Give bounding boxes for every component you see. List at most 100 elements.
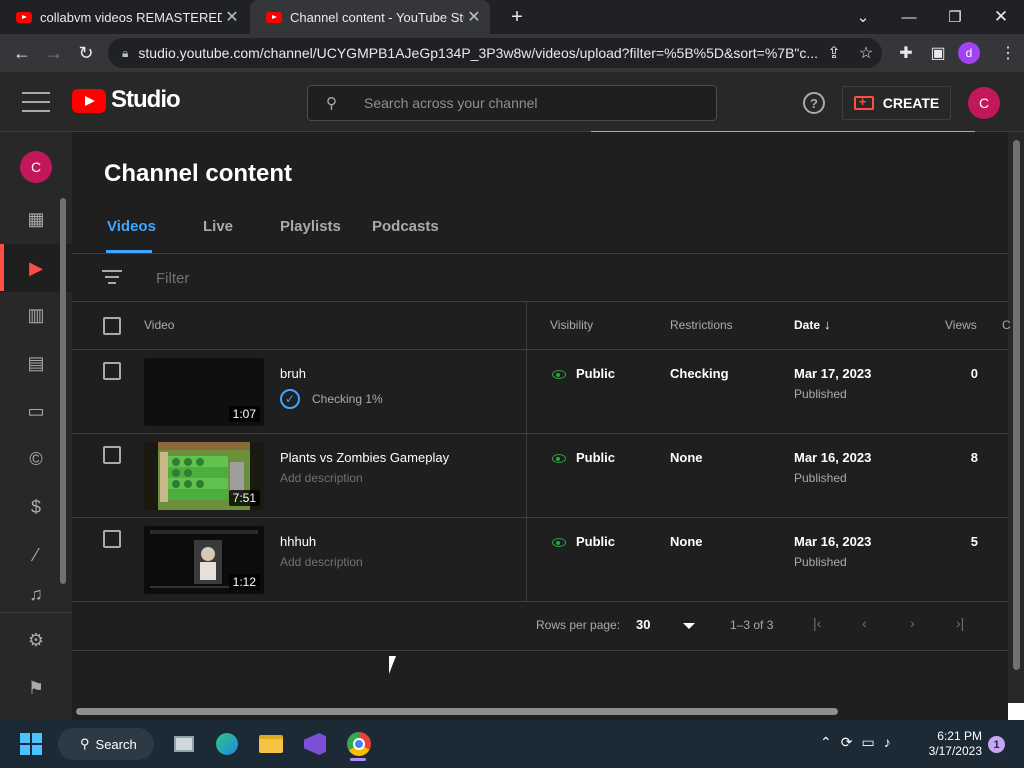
video-title[interactable]: Plants vs Zombies Gameplay (280, 450, 449, 465)
sidebar-scrollbar[interactable] (60, 198, 66, 584)
hamburger-menu-icon[interactable] (22, 92, 50, 112)
back-icon[interactable]: ← (6, 34, 38, 72)
extensions-icon[interactable]: ✚ (890, 34, 922, 72)
browser-tab-collabvm[interactable]: collabvm videos REMASTERED - Y ✕ (0, 0, 248, 34)
task-view-icon[interactable] (168, 728, 200, 760)
tab-podcasts[interactable]: Podcasts (372, 218, 439, 254)
minimize-icon[interactable]: — (886, 0, 932, 34)
dropdown-arrow-icon[interactable] (683, 623, 695, 629)
check-progress-icon: ✓ (280, 389, 300, 409)
views-cell: 5 (970, 534, 978, 549)
volume-icon[interactable]: ♪ (884, 734, 891, 751)
row-checkbox[interactable] (103, 446, 121, 464)
visibility-value: Public (576, 450, 616, 465)
last-page-icon[interactable]: ›| (956, 615, 964, 631)
search-input[interactable] (364, 95, 716, 111)
address-bar[interactable]: 🔒︎ studio.youtube.com/channel/UCYGMPB1AJ… (108, 38, 882, 68)
column-views[interactable]: Views (945, 318, 977, 332)
column-video: Video (144, 318, 175, 332)
dollar-icon: $ (30, 496, 41, 517)
sort-arrow-icon[interactable]: ↓ (824, 317, 831, 332)
date-cell: Mar 17, 2023 (794, 366, 872, 381)
select-all-checkbox[interactable] (103, 317, 121, 335)
rows-per-page-select[interactable]: 30 (636, 617, 650, 632)
prev-page-icon[interactable]: ‹ (862, 615, 867, 631)
close-tab-icon[interactable]: ✕ (222, 7, 242, 27)
restore-icon[interactable]: ❐ (932, 0, 978, 34)
tab-playlists[interactable]: Playlists (280, 218, 341, 254)
processing-status: ✓ Checking 1% (280, 389, 383, 409)
add-description-link[interactable]: Add description (280, 555, 363, 569)
next-page-icon[interactable]: › (910, 615, 915, 631)
vertical-scrollbar[interactable] (1013, 140, 1020, 670)
create-button[interactable]: CREATE (842, 86, 951, 120)
tab-search-icon[interactable]: ⌄ (840, 0, 886, 34)
share-icon[interactable]: ⇪ (818, 34, 850, 72)
visibility-cell[interactable]: Public (552, 450, 615, 465)
video-title[interactable]: hhhuh (280, 534, 316, 549)
channel-avatar[interactable]: C (20, 151, 52, 183)
visual-studio-icon[interactable] (299, 728, 331, 760)
youtube-logo-icon[interactable] (72, 89, 106, 113)
account-avatar[interactable]: C (968, 87, 1000, 119)
publish-status: Published (794, 555, 847, 569)
close-tab-icon[interactable]: ✕ (464, 7, 484, 27)
video-duration: 1:12 (228, 574, 260, 590)
row-checkbox[interactable] (103, 362, 121, 380)
side-panel-icon[interactable]: ▣ (922, 34, 954, 72)
first-page-icon[interactable]: |‹ (813, 615, 821, 631)
column-visibility[interactable]: Visibility (550, 318, 593, 332)
visibility-cell[interactable]: Public (552, 366, 615, 381)
eye-icon (552, 538, 566, 548)
row-checkbox[interactable] (103, 530, 121, 548)
tab-videos[interactable]: Videos (107, 218, 156, 254)
file-explorer-icon[interactable] (255, 728, 287, 760)
date-cell: Mar 16, 2023 (794, 534, 872, 549)
column-date[interactable]: Date (794, 318, 820, 332)
close-window-icon[interactable]: ✕ (978, 0, 1024, 34)
sync-icon[interactable]: ⟳ (841, 734, 853, 751)
dashboard-icon: ▦ (27, 208, 45, 229)
lock-icon: 🔒︎ (122, 45, 129, 60)
edge-icon[interactable] (211, 728, 243, 760)
column-comments[interactable]: C (1002, 318, 1011, 332)
bookmark-star-icon[interactable]: ☆ (850, 34, 882, 72)
add-description-link[interactable]: Add description (280, 471, 363, 485)
new-tab-button[interactable]: + (494, 0, 540, 34)
column-restrictions[interactable]: Restrictions (670, 318, 733, 332)
tab-title: collabvm videos REMASTERED - Y (40, 9, 222, 25)
visibility-cell[interactable]: Public (552, 534, 615, 549)
forward-icon[interactable]: → (38, 34, 70, 72)
tab-live[interactable]: Live (203, 218, 233, 254)
youtube-favicon-icon (266, 11, 282, 23)
magic-wand-icon: ⁄ (34, 544, 38, 565)
video-title[interactable]: bruh (280, 366, 306, 381)
notification-badge[interactable]: 1 (988, 736, 1005, 753)
chrome-menu-icon[interactable]: ⋮ (992, 34, 1024, 72)
youtube-favicon-icon (16, 11, 32, 23)
filter-input[interactable]: Filter (156, 270, 189, 287)
monitor-icon[interactable]: ▭ (861, 734, 874, 751)
browser-profile-avatar[interactable]: d (958, 42, 980, 64)
reload-icon[interactable]: ↻ (70, 34, 102, 72)
help-icon[interactable]: ? (803, 92, 825, 114)
clock-time: 6:21 PM (937, 729, 982, 743)
divider (72, 601, 1008, 602)
chevron-up-icon[interactable]: ⌃ (820, 734, 832, 751)
browser-tab-studio[interactable]: Channel content - YouTube Studio ✕ (250, 0, 490, 34)
filter-icon[interactable] (102, 270, 122, 284)
video-thumbnail[interactable]: 1:12 (144, 526, 264, 594)
horizontal-scrollbar[interactable] (76, 708, 838, 715)
restrictions-cell[interactable]: Checking (670, 366, 729, 381)
system-tray[interactable]: ⌃ ⟳ ▭ ♪ (820, 734, 891, 751)
taskbar-clock[interactable]: 6:21 PM 3/17/2023 (920, 729, 982, 759)
video-thumbnail[interactable]: 7:51 (144, 442, 264, 510)
taskbar-search-button[interactable]: ⚲ Search (58, 728, 154, 760)
channel-search-box[interactable]: ⚲ (307, 85, 717, 121)
video-thumbnail[interactable]: 1:07 (144, 358, 264, 426)
chrome-icon[interactable] (343, 728, 375, 760)
sidebar-item-feedback[interactable]: ⚑ (0, 664, 72, 712)
windows-start-icon[interactable] (20, 733, 42, 755)
sidebar-item-settings[interactable]: ⚙ (0, 616, 72, 664)
search-icon: ⚲ (326, 95, 337, 112)
